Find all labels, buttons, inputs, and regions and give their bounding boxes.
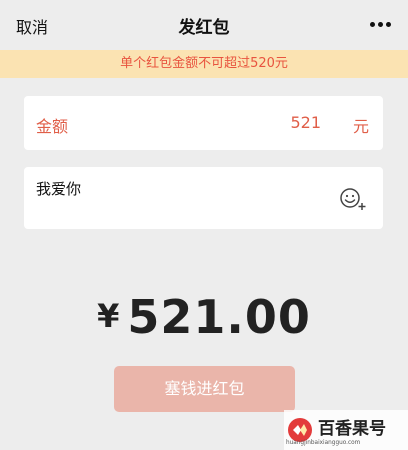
emoji-add-icon[interactable]	[339, 187, 367, 211]
page-title: 发红包	[178, 18, 230, 38]
limit-warning-banner: 单个红包金额不可超过520元	[0, 50, 408, 78]
send-red-packet-button[interactable]: 塞钱进红包	[114, 366, 295, 412]
watermark: 百香果号 huangjinbaixiangguo.com	[284, 410, 408, 450]
navbar: 取消 发红包	[0, 0, 408, 50]
watermark-title: 百香果号	[318, 419, 386, 439]
dot	[386, 22, 391, 27]
dot	[370, 22, 375, 27]
amount-unit: 元	[352, 117, 369, 136]
message-field[interactable]: 我爱你	[24, 167, 383, 229]
total-amount: 521.00	[127, 290, 311, 344]
amount-label: 金额	[36, 117, 69, 136]
currency-symbol: ¥	[97, 297, 120, 335]
dot	[378, 22, 383, 27]
total-amount-display: ¥521.00	[0, 290, 408, 344]
amount-field[interactable]: 金额 521 元	[24, 96, 383, 150]
watermark-url: huangjinbaixiangguo.com	[286, 439, 361, 446]
message-input[interactable]: 我爱你	[36, 178, 81, 199]
more-dots-icon[interactable]	[370, 22, 392, 28]
amount-input[interactable]: 521	[290, 113, 321, 132]
